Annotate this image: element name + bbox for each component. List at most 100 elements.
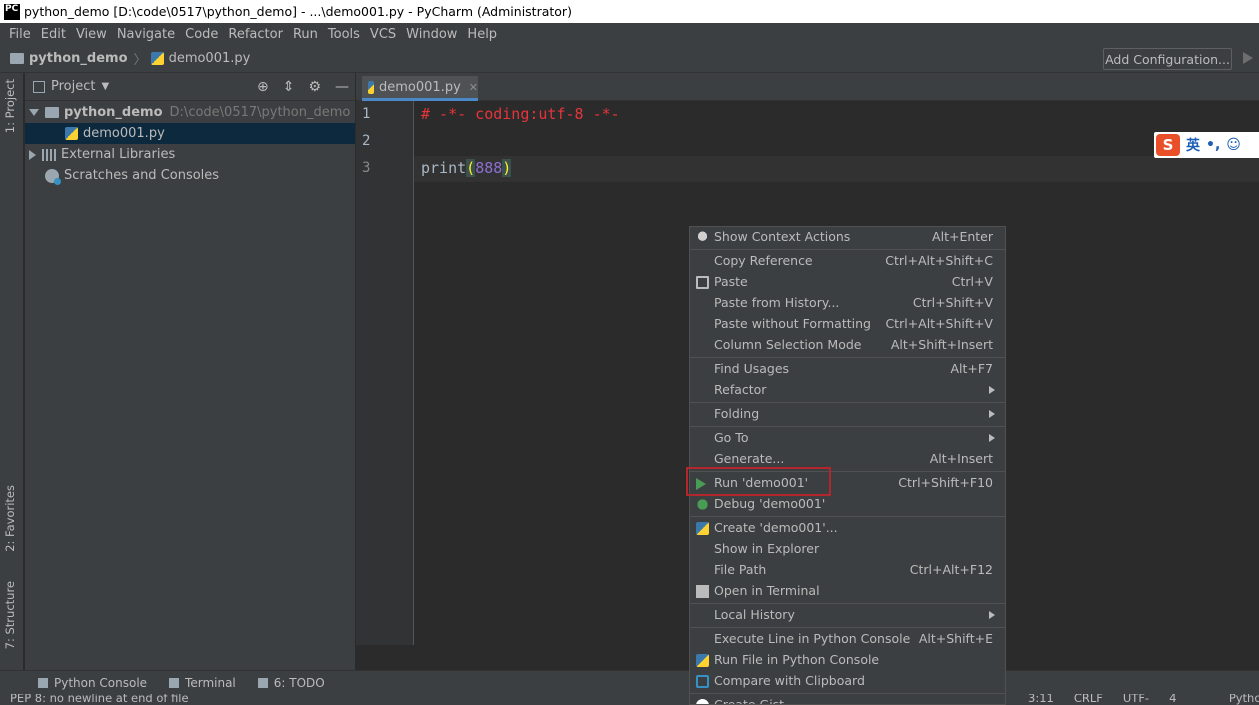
window-title: python_demo [D:\code\0517\python_demo] -… xyxy=(24,4,572,19)
terminal-tab[interactable]: Terminal xyxy=(169,676,236,690)
menu-window[interactable]: Window xyxy=(401,27,462,42)
menu-item-debug[interactable]: Debug 'demo001' xyxy=(690,494,1005,515)
context-menu: Show Context Actions Alt+Enter Copy Refe… xyxy=(689,226,1006,705)
status-message: PEP 8: no newline at end of file xyxy=(10,694,189,705)
gear-icon[interactable]: ⚙ xyxy=(308,79,321,95)
menu-item-create-gist[interactable]: Create Gist... xyxy=(690,695,1005,704)
chevron-down-icon[interactable]: ▼ xyxy=(101,81,109,92)
tree-item-demo001[interactable]: demo001.py xyxy=(25,123,355,144)
tree-external-label: External Libraries xyxy=(61,147,176,162)
todo-tab[interactable]: 6: TODO xyxy=(257,676,325,690)
menu-item-compare-clipboard[interactable]: Compare with Clipboard xyxy=(690,671,1005,692)
code-line-3: print(888) xyxy=(421,159,512,177)
caret-position[interactable]: 3:11 xyxy=(1028,694,1054,705)
submenu-arrow-icon xyxy=(989,386,995,394)
breadcrumb-project[interactable]: python_demo xyxy=(29,51,128,66)
collapse-arrow-icon[interactable] xyxy=(29,149,36,160)
menu-tools[interactable]: Tools xyxy=(323,27,365,42)
tab-demo001[interactable]: demo001.py ✕ xyxy=(362,76,478,101)
menu-item-paste[interactable]: Paste Ctrl+V xyxy=(690,272,1005,293)
smiley-icon[interactable]: ☺ xyxy=(1226,137,1241,153)
compare-icon xyxy=(696,675,709,688)
locate-icon[interactable]: ⊕ xyxy=(257,79,269,95)
python-console-tab[interactable]: Python Console xyxy=(38,676,147,690)
project-view-selector[interactable]: Project xyxy=(51,79,95,94)
line-gutter: 1 2 3 xyxy=(356,101,414,645)
project-panel: Project ▼ ⊕ ⇕ ⚙ — python_demo D:\code\05… xyxy=(25,73,355,670)
tree-file-name: demo001.py xyxy=(83,126,165,141)
ime-language[interactable]: 英 xyxy=(1186,135,1200,155)
python-console-icon xyxy=(38,677,48,688)
title-bar: PC python_demo [D:\code\0517\python_demo… xyxy=(0,0,1259,23)
tree-item-external-libraries[interactable]: External Libraries xyxy=(25,144,355,165)
menu-item-run-in-console[interactable]: Run File in Python Console xyxy=(690,650,1005,671)
menu-file[interactable]: File xyxy=(4,27,36,42)
line-separator[interactable]: CRLF xyxy=(1074,694,1103,705)
code-number: 888 xyxy=(475,159,503,177)
menu-vcs[interactable]: VCS xyxy=(365,27,401,42)
menu-separator xyxy=(690,249,1005,250)
minimize-icon[interactable]: — xyxy=(335,79,349,95)
close-icon[interactable]: ✕ xyxy=(469,81,478,94)
menu-refactor[interactable]: Refactor xyxy=(223,27,288,42)
code-close-paren: ) xyxy=(502,159,512,177)
tab-label: demo001.py xyxy=(379,79,461,95)
breadcrumb-file[interactable]: demo001.py xyxy=(169,51,251,66)
terminal-icon xyxy=(169,677,180,688)
add-configuration-button[interactable]: Add Configuration... xyxy=(1103,48,1232,70)
code-open-paren: ( xyxy=(466,159,476,177)
tree-scratches-label: Scratches and Consoles xyxy=(64,168,220,183)
menu-separator xyxy=(690,627,1005,628)
tree-item-scratches[interactable]: Scratches and Consoles xyxy=(25,165,355,186)
expand-arrow-icon[interactable] xyxy=(29,109,39,116)
menu-navigate[interactable]: Navigate xyxy=(112,27,180,42)
run-icon[interactable] xyxy=(1243,52,1253,64)
highlight-box xyxy=(686,467,831,496)
collapse-all-icon[interactable]: ⇕ xyxy=(283,79,295,95)
ime-punctuation[interactable]: •, xyxy=(1206,137,1220,153)
project-panel-header: Project ▼ ⊕ ⇕ ⚙ — xyxy=(25,73,355,101)
menu-item-paste-from-history[interactable]: Paste from History... Ctrl+Shift+V xyxy=(690,293,1005,314)
menu-edit[interactable]: Edit xyxy=(36,27,71,42)
menu-item-show-context-actions[interactable]: Show Context Actions Alt+Enter xyxy=(690,227,1005,248)
menu-item-execute-line[interactable]: Execute Line in Python Console Alt+Shift… xyxy=(690,629,1005,650)
indent-setting[interactable]: 4 spaces xyxy=(1169,694,1209,705)
code-print: print xyxy=(421,159,467,177)
menu-item-open-in-terminal[interactable]: Open in Terminal xyxy=(690,581,1005,602)
menu-item-copy-reference[interactable]: Copy Reference Ctrl+Alt+Shift+C xyxy=(690,251,1005,272)
menu-view[interactable]: View xyxy=(71,27,112,42)
menu-run[interactable]: Run xyxy=(288,27,323,42)
menu-item-show-in-explorer[interactable]: Show in Explorer xyxy=(690,539,1005,560)
sogou-logo-icon[interactable]: S xyxy=(1156,134,1180,156)
tree-item-root[interactable]: python_demo D:\code\0517\python_demo xyxy=(25,102,355,123)
breadcrumb-separator-icon: 〉 xyxy=(133,53,147,68)
terminal-icon xyxy=(696,585,709,598)
menu-help[interactable]: Help xyxy=(462,27,502,42)
menu-item-go-to[interactable]: Go To xyxy=(690,428,1005,449)
menu-item-refactor[interactable]: Refactor xyxy=(690,380,1005,401)
structure-tool-tab[interactable]: 7: Structure xyxy=(3,581,17,649)
menu-separator xyxy=(690,516,1005,517)
menu-item-file-path[interactable]: File Path Ctrl+Alt+F12 xyxy=(690,560,1005,581)
menu-item-local-history[interactable]: Local History xyxy=(690,605,1005,626)
python-icon xyxy=(696,654,709,667)
project-view-icon xyxy=(33,80,45,93)
tree-root-name: python_demo xyxy=(64,105,163,120)
python-file-icon xyxy=(65,127,78,140)
project-tool-tab[interactable]: 1: Project xyxy=(3,79,17,133)
ime-toolbar[interactable]: S 英 •, ☺ xyxy=(1154,132,1259,158)
debug-bug-icon xyxy=(696,498,709,511)
menu-item-paste-without-formatting[interactable]: Paste without Formatting Ctrl+Alt+Shift+… xyxy=(690,314,1005,335)
file-encoding[interactable]: UTF-8 xyxy=(1123,694,1149,705)
menu-item-column-selection-mode[interactable]: Column Selection Mode Alt+Shift+Insert xyxy=(690,335,1005,356)
line-number: 1 xyxy=(362,106,371,122)
python-icon xyxy=(696,522,709,535)
tree-root-path: D:\code\0517\python_demo xyxy=(169,105,351,120)
menu-item-create-config[interactable]: Create 'demo001'... xyxy=(690,518,1005,539)
menu-item-folding[interactable]: Folding xyxy=(690,404,1005,425)
favorites-tool-tab[interactable]: 2: Favorites xyxy=(3,485,17,552)
lightbulb-icon xyxy=(696,231,709,244)
menu-code[interactable]: Code xyxy=(180,27,223,42)
menu-item-find-usages[interactable]: Find Usages Alt+F7 xyxy=(690,359,1005,380)
interpreter[interactable]: Python xyxy=(1229,694,1259,705)
